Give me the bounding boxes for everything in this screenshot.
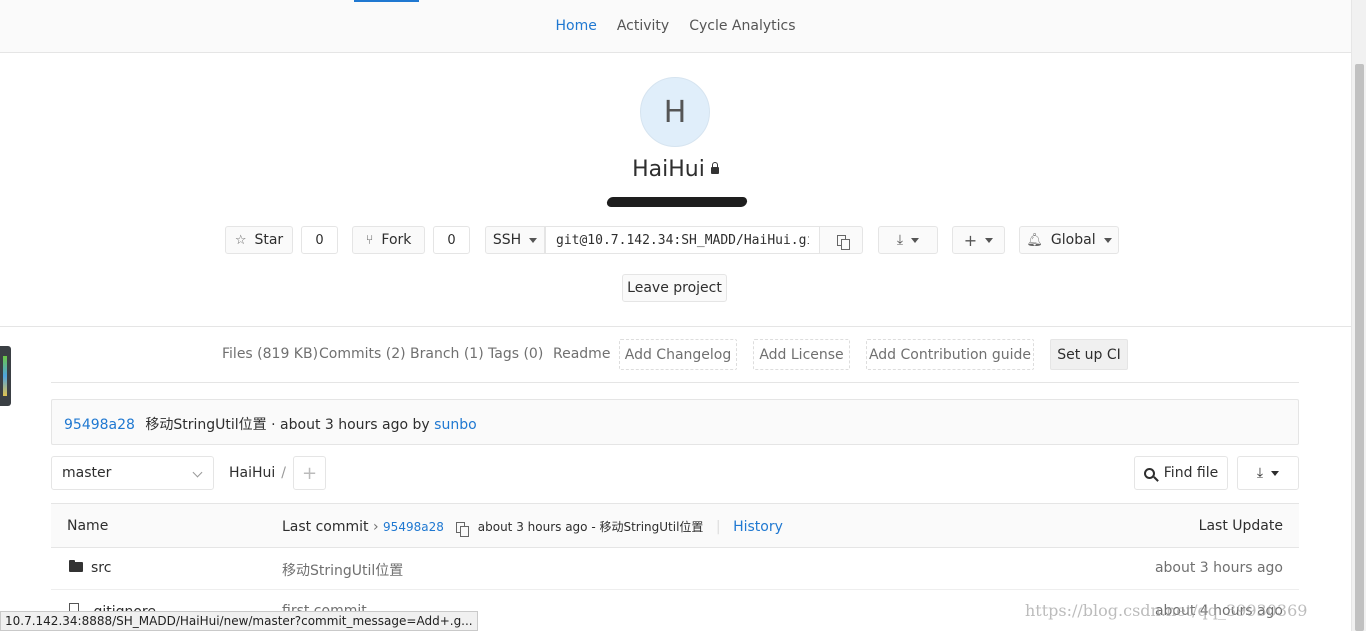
- add-license-button[interactable]: Add License: [753, 339, 850, 370]
- project-title: HaiHui: [0, 157, 1351, 182]
- scrollbar-thumb[interactable]: [1355, 64, 1364, 631]
- commit-meta: · about 3 hours ago by: [266, 417, 435, 433]
- search-icon: [1143, 467, 1155, 479]
- find-file-label: Find file: [1163, 465, 1219, 481]
- find-file-button[interactable]: Find file: [1134, 456, 1228, 490]
- plus-icon: +: [301, 462, 318, 484]
- add-changelog-button[interactable]: Add Changelog: [619, 339, 737, 370]
- add-contribution-button[interactable]: Add Contribution guide: [866, 339, 1034, 370]
- header-last-commit: Last commit › 95498a28 about 3 hours ago…: [282, 518, 783, 537]
- active-nav-indicator: [354, 0, 419, 2]
- folder-icon: [69, 560, 83, 572]
- header-commit-sha[interactable]: 95498a28: [383, 520, 444, 534]
- watermark: https://blog.csdn.net/qq_39930369: [1025, 601, 1308, 620]
- browser-status-url: 10.7.142.34:8888/SH_MADD/HaiHui/new/mast…: [0, 611, 478, 631]
- download-dropdown[interactable]: ⤓: [878, 226, 938, 254]
- tree-item-commit[interactable]: 移动StringUtil位置: [282, 560, 403, 580]
- add-file-button[interactable]: +: [293, 456, 326, 490]
- clipboard-icon[interactable]: [456, 522, 470, 537]
- star-label: Star: [254, 232, 284, 248]
- breadcrumb-root[interactable]: HaiHui: [229, 465, 275, 481]
- project-name: HaiHui: [632, 157, 705, 182]
- chevron-down-icon: [985, 237, 994, 243]
- setup-ci-button[interactable]: Set up CI: [1050, 339, 1128, 370]
- tree-item-name[interactable]: src: [69, 560, 111, 576]
- side-meter-widget[interactable]: [0, 346, 11, 406]
- branch-link[interactable]: Branch (1): [410, 346, 484, 362]
- star-button[interactable]: ☆ Star: [225, 226, 293, 254]
- protocol-label: SSH: [492, 232, 522, 248]
- page-scrollbar[interactable]: [1351, 0, 1366, 631]
- clone-url-input[interactable]: [545, 226, 820, 254]
- breadcrumb: HaiHui /: [229, 465, 286, 481]
- chevron-down-icon: [1103, 237, 1112, 243]
- chevron-down-icon: [192, 467, 203, 478]
- project-avatar: H: [640, 77, 710, 147]
- breadcrumb-separator: /: [281, 465, 287, 481]
- star-icon: ☆: [234, 232, 247, 248]
- chevron-down-icon: [529, 237, 538, 243]
- add-dropdown[interactable]: +: [952, 226, 1005, 254]
- commit-author-link[interactable]: sunbo: [434, 417, 477, 433]
- header-divider: [0, 326, 1351, 327]
- branch-name: master: [62, 465, 112, 481]
- table-row[interactable]: src 移动StringUtil位置 about 3 hours ago: [51, 548, 1299, 590]
- commit-message[interactable]: 移动StringUtil位置: [145, 417, 266, 433]
- copy-url-button[interactable]: [819, 226, 863, 254]
- nav-cycle-analytics[interactable]: Cycle Analytics: [689, 18, 795, 34]
- chevron-down-icon: [1271, 470, 1280, 476]
- fork-label: Fork: [381, 232, 412, 248]
- plus-icon: +: [963, 230, 978, 250]
- meter-bar: [3, 356, 7, 396]
- last-commit-box: 95498a28 移动StringUtil位置 · about 3 hours …: [51, 399, 1299, 445]
- archive-download-dropdown[interactable]: ⤓: [1237, 456, 1299, 490]
- fork-button[interactable]: ⑂ Fork: [352, 226, 425, 254]
- page: Home Activity Cycle Analytics H HaiHui ☆…: [0, 0, 1366, 631]
- tree-table-header: Name Last commit › 95498a28 about 3 hour…: [51, 503, 1299, 548]
- header-separator: |: [715, 519, 721, 535]
- download-icon: ⤓: [896, 232, 904, 248]
- readme-link[interactable]: Readme: [553, 346, 610, 362]
- clipboard-icon: [836, 234, 850, 250]
- commits-link[interactable]: Commits (2): [319, 346, 406, 362]
- branch-select[interactable]: master: [51, 456, 214, 490]
- subnav-list: Home Activity Cycle Analytics: [0, 0, 1351, 34]
- col-name: Name: [67, 518, 109, 534]
- nav-activity[interactable]: Activity: [617, 18, 669, 34]
- chevron-down-icon: [911, 237, 920, 243]
- star-count[interactable]: 0: [301, 226, 338, 254]
- commit-sha-link[interactable]: 95498a28: [64, 417, 135, 433]
- tags-link[interactable]: Tags (0): [488, 346, 543, 362]
- nav-home[interactable]: Home: [556, 18, 597, 34]
- bell-icon: 🔔︎: [1026, 232, 1043, 248]
- lock-icon: [710, 162, 719, 174]
- redacted-description: [606, 197, 748, 207]
- fork-icon: ⑂: [365, 232, 374, 248]
- project-subnav: Home Activity Cycle Analytics: [0, 0, 1351, 53]
- tree-item-updated: about 3 hours ago: [1154, 560, 1283, 576]
- notification-dropdown[interactable]: 🔔︎ Global: [1019, 226, 1119, 254]
- nav-divider: [51, 382, 1299, 383]
- tree-item-label: src: [91, 560, 112, 576]
- download-icon: ⤓: [1256, 465, 1264, 481]
- col-last-update: Last Update: [1198, 518, 1283, 534]
- files-link[interactable]: Files (819 KB): [222, 346, 318, 362]
- notification-label: Global: [1050, 232, 1096, 248]
- protocol-dropdown[interactable]: SSH: [485, 226, 545, 254]
- fork-count[interactable]: 0: [433, 226, 470, 254]
- leave-project-button[interactable]: Leave project: [622, 274, 727, 302]
- chevron-right-icon: ›: [372, 519, 379, 535]
- history-link[interactable]: History: [733, 519, 783, 535]
- col-last-commit: Last commit: [282, 519, 369, 535]
- header-commit-info: about 3 hours ago - 移动StringUtil位置: [477, 520, 704, 534]
